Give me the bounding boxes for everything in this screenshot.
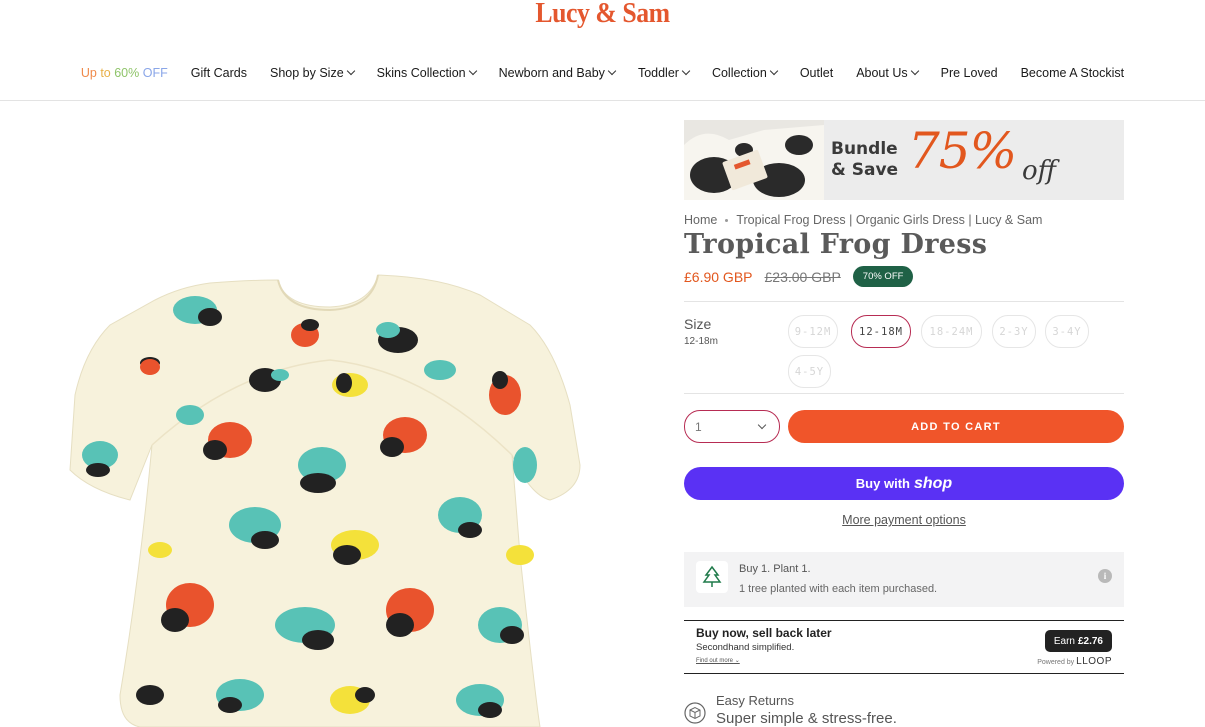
- dress-illustration: [69, 274, 581, 727]
- nav-item-gift-cards[interactable]: Gift Cards: [191, 66, 247, 80]
- returns-title: Easy Returns: [716, 693, 795, 708]
- buy-with-label: Buy with: [855, 476, 910, 491]
- loop-title: Buy now, sell back later: [696, 626, 832, 640]
- easy-returns: Easy Returns Super simple & stress-free.: [684, 692, 1124, 727]
- chevron-down-icon: [607, 66, 617, 76]
- nav-item-toddler[interactable]: Toddler: [637, 66, 691, 80]
- sale-word-to: to: [96, 66, 115, 80]
- find-out-more-label: Find out more: [696, 658, 734, 664]
- sale-word-up: Up: [80, 66, 97, 80]
- chevron-down-icon: [468, 66, 477, 76]
- product-image[interactable]: [60, 255, 590, 727]
- loop-logo: LLOOP: [1076, 656, 1112, 667]
- returns-subtitle: Super simple & stress-free.: [716, 710, 897, 727]
- plant-tree-block: Buy 1. Plant 1. 1 tree planted with each…: [684, 552, 1124, 607]
- info-icon[interactable]: i: [1098, 569, 1112, 583]
- plant-subtitle: 1 tree planted with each item purchased.: [739, 583, 938, 595]
- box-return-icon: [684, 702, 706, 724]
- sale-word-off: OFF: [139, 66, 168, 80]
- find-out-more-link[interactable]: Find out more ⌄: [696, 657, 740, 664]
- plant-title: Buy 1. Plant 1.: [739, 563, 811, 575]
- nav-label: Shop by Size: [270, 66, 344, 80]
- nav-item-shop-by-size[interactable]: Shop by Size: [270, 66, 355, 80]
- nav-item-newborn-baby[interactable]: Newborn and Baby: [498, 66, 617, 80]
- nav-label: Toddler: [637, 66, 679, 80]
- nav-item-skins-collection[interactable]: Skins Collection: [376, 66, 477, 80]
- nav-label: Gift Cards: [190, 66, 247, 80]
- powered-by: Powered by LLOOP: [1037, 656, 1112, 667]
- shop-pay-logo: shop: [913, 474, 953, 492]
- sale-word-60: 60%: [114, 66, 140, 80]
- nav-item-sale[interactable]: Up to 60% OFF: [81, 66, 168, 80]
- loop-subtitle: Secondhand simplified.: [696, 642, 795, 653]
- resell-loop-block: Buy now, sell back later Secondhand simp…: [684, 620, 1124, 674]
- earn-badge: Earn £2.76: [1044, 630, 1112, 652]
- buy-with-shop-button[interactable]: Buy with shop: [684, 467, 1124, 500]
- nav-label: Skins Collection: [376, 66, 466, 80]
- powered-label: Powered by: [1037, 659, 1075, 666]
- earn-label: Earn: [1053, 635, 1075, 647]
- chevron-down-icon: [346, 66, 355, 76]
- earn-value: £2.76: [1077, 635, 1103, 647]
- nav-label: Newborn and Baby: [498, 66, 605, 80]
- checkout-area: Buy with shop More payment options Buy 1…: [684, 0, 1124, 727]
- tree-icon: [696, 561, 728, 593]
- more-payment-options-link[interactable]: More payment options: [684, 513, 1124, 527]
